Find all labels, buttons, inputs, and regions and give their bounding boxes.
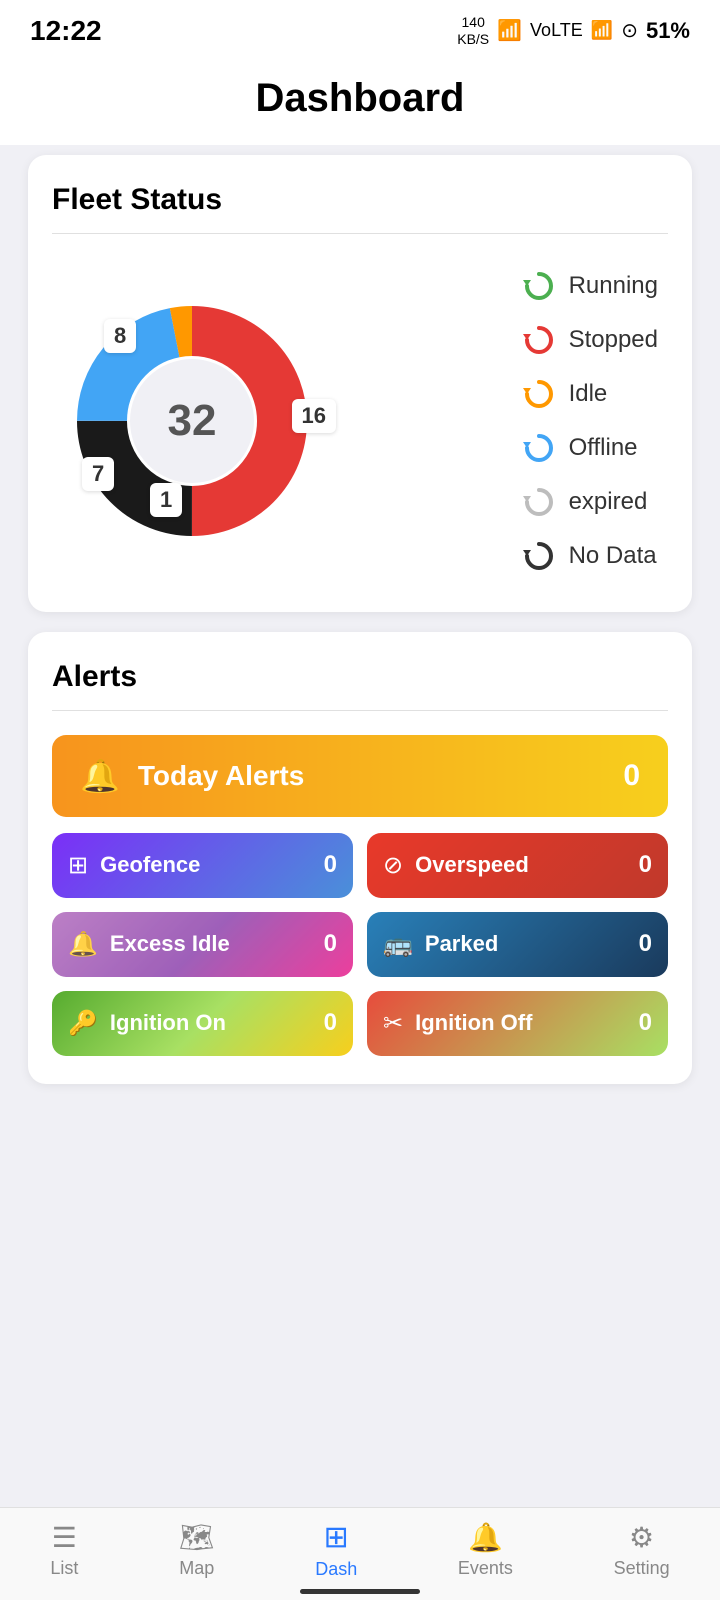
nav-events-label: Events: [458, 1558, 513, 1579]
page-header: Dashboard: [0, 56, 720, 145]
legend-item-running: Running: [521, 268, 658, 304]
legend-item-nodata: No Data: [521, 538, 658, 574]
status-time: 12:22: [30, 15, 102, 47]
excess-idle-label: Excess Idle: [110, 931, 312, 957]
nodata-icon: [521, 538, 557, 574]
overspeed-count: 0: [639, 851, 652, 879]
excess-idle-count: 0: [324, 930, 337, 958]
legend-item-idle: Idle: [521, 376, 658, 412]
running-icon: [521, 268, 557, 304]
legend-running-label: Running: [569, 272, 658, 300]
dash-nav-icon: ⊞: [324, 1520, 349, 1555]
overspeed-button[interactable]: ⊘ Overspeed 0: [367, 833, 668, 898]
parked-button[interactable]: 🚌 Parked 0: [367, 912, 668, 977]
list-nav-icon: ☰: [52, 1521, 77, 1554]
setting-nav-icon: ⚙: [629, 1521, 654, 1554]
alert-grid: ⊞ Geofence 0 ⊘ Overspeed 0 🔔 Excess Idle…: [52, 833, 668, 1056]
ignition-off-count: 0: [639, 1009, 652, 1037]
legend-stopped-label: Stopped: [569, 326, 658, 354]
offline-icon: [521, 430, 557, 466]
alerts-card: Alerts 🔔 Today Alerts 0 ⊞ Geofence 0 ⊘ O…: [28, 632, 692, 1084]
events-nav-icon: 🔔: [468, 1521, 503, 1554]
parked-count: 0: [639, 930, 652, 958]
nav-list-label: List: [50, 1558, 78, 1579]
nav-setting[interactable]: ⚙ Setting: [604, 1521, 680, 1579]
legend-item-expired: expired: [521, 484, 658, 520]
geofence-icon: ⊞: [68, 851, 88, 880]
excess-idle-button[interactable]: 🔔 Excess Idle 0: [52, 912, 353, 977]
parked-label: Parked: [425, 931, 627, 957]
idle-icon: [521, 376, 557, 412]
wifi-icon: 📶: [497, 18, 522, 43]
legend-nodata-label: No Data: [569, 542, 657, 570]
fleet-chart-area: 32 8 16 7 1 Running: [52, 258, 668, 584]
today-alerts-count: 0: [623, 759, 640, 793]
today-alerts-label: Today Alerts: [138, 760, 605, 792]
fleet-status-card: Fleet Status 32: [28, 155, 692, 612]
today-alerts-button[interactable]: 🔔 Today Alerts 0: [52, 735, 668, 817]
nav-list[interactable]: ☰ List: [40, 1521, 88, 1579]
alerts-title: Alerts: [52, 660, 668, 694]
nav-events[interactable]: 🔔 Events: [448, 1521, 523, 1579]
signal-icon: VoLTE: [530, 20, 583, 41]
geofence-count: 0: [324, 851, 337, 879]
nav-dash-label: Dash: [315, 1559, 357, 1580]
overspeed-label: Overspeed: [415, 852, 627, 878]
nav-map-label: Map: [179, 1558, 214, 1579]
seg-label-idle: 1: [150, 483, 182, 517]
seg-label-running: 16: [292, 399, 336, 433]
page-title: Dashboard: [0, 76, 720, 121]
geofence-label: Geofence: [100, 852, 312, 878]
ignition-off-button[interactable]: ✂ Ignition Off 0: [367, 991, 668, 1056]
donut-center-value: 32: [168, 396, 217, 446]
ignition-on-icon: 🔑: [68, 1009, 98, 1038]
kb-speed: 140KB/S: [457, 14, 489, 48]
lte-icon: 📶: [591, 20, 613, 41]
legend-item-stopped: Stopped: [521, 322, 658, 358]
seg-label-stopped: 8: [104, 319, 136, 353]
map-nav-icon: 🗺: [179, 1521, 215, 1554]
legend-item-offline: Offline: [521, 430, 658, 466]
overspeed-icon: ⊘: [383, 851, 403, 880]
legend-offline-label: Offline: [569, 434, 638, 462]
ignition-on-button[interactable]: 🔑 Ignition On 0: [52, 991, 353, 1056]
battery-icon: ⊙: [621, 18, 638, 43]
alerts-divider: [52, 710, 668, 711]
parked-icon: 🚌: [383, 930, 413, 959]
fleet-legend: Running Stopped Idle: [521, 268, 668, 574]
excess-idle-icon: 🔔: [68, 930, 98, 959]
fleet-divider: [52, 233, 668, 234]
ignition-on-label: Ignition On: [110, 1010, 312, 1036]
seg-label-offline: 7: [82, 457, 114, 491]
ignition-off-label: Ignition Off: [415, 1010, 627, 1036]
fleet-status-title: Fleet Status: [52, 183, 668, 217]
status-icons: 140KB/S 📶 VoLTE 📶 ⊙ 51%: [457, 14, 690, 48]
donut-chart: 32 8 16 7 1: [62, 291, 322, 551]
bottom-nav: ☰ List 🗺 Map ⊞ Dash 🔔 Events ⚙ Setting: [0, 1507, 720, 1600]
nav-map[interactable]: 🗺 Map: [169, 1521, 225, 1579]
nav-dash[interactable]: ⊞ Dash: [305, 1520, 367, 1580]
status-bar: 12:22 140KB/S 📶 VoLTE 📶 ⊙ 51%: [0, 0, 720, 56]
expired-icon: [521, 484, 557, 520]
nav-setting-label: Setting: [614, 1558, 670, 1579]
legend-expired-label: expired: [569, 488, 648, 516]
today-alerts-bell-icon: 🔔: [80, 757, 120, 795]
main-content: Fleet Status 32: [0, 145, 720, 1234]
home-indicator: [300, 1589, 420, 1594]
ignition-on-count: 0: [324, 1009, 337, 1037]
ignition-off-icon: ✂: [383, 1009, 403, 1038]
legend-idle-label: Idle: [569, 380, 608, 408]
stopped-icon: [521, 322, 557, 358]
battery-level: 51%: [646, 18, 690, 44]
geofence-button[interactable]: ⊞ Geofence 0: [52, 833, 353, 898]
